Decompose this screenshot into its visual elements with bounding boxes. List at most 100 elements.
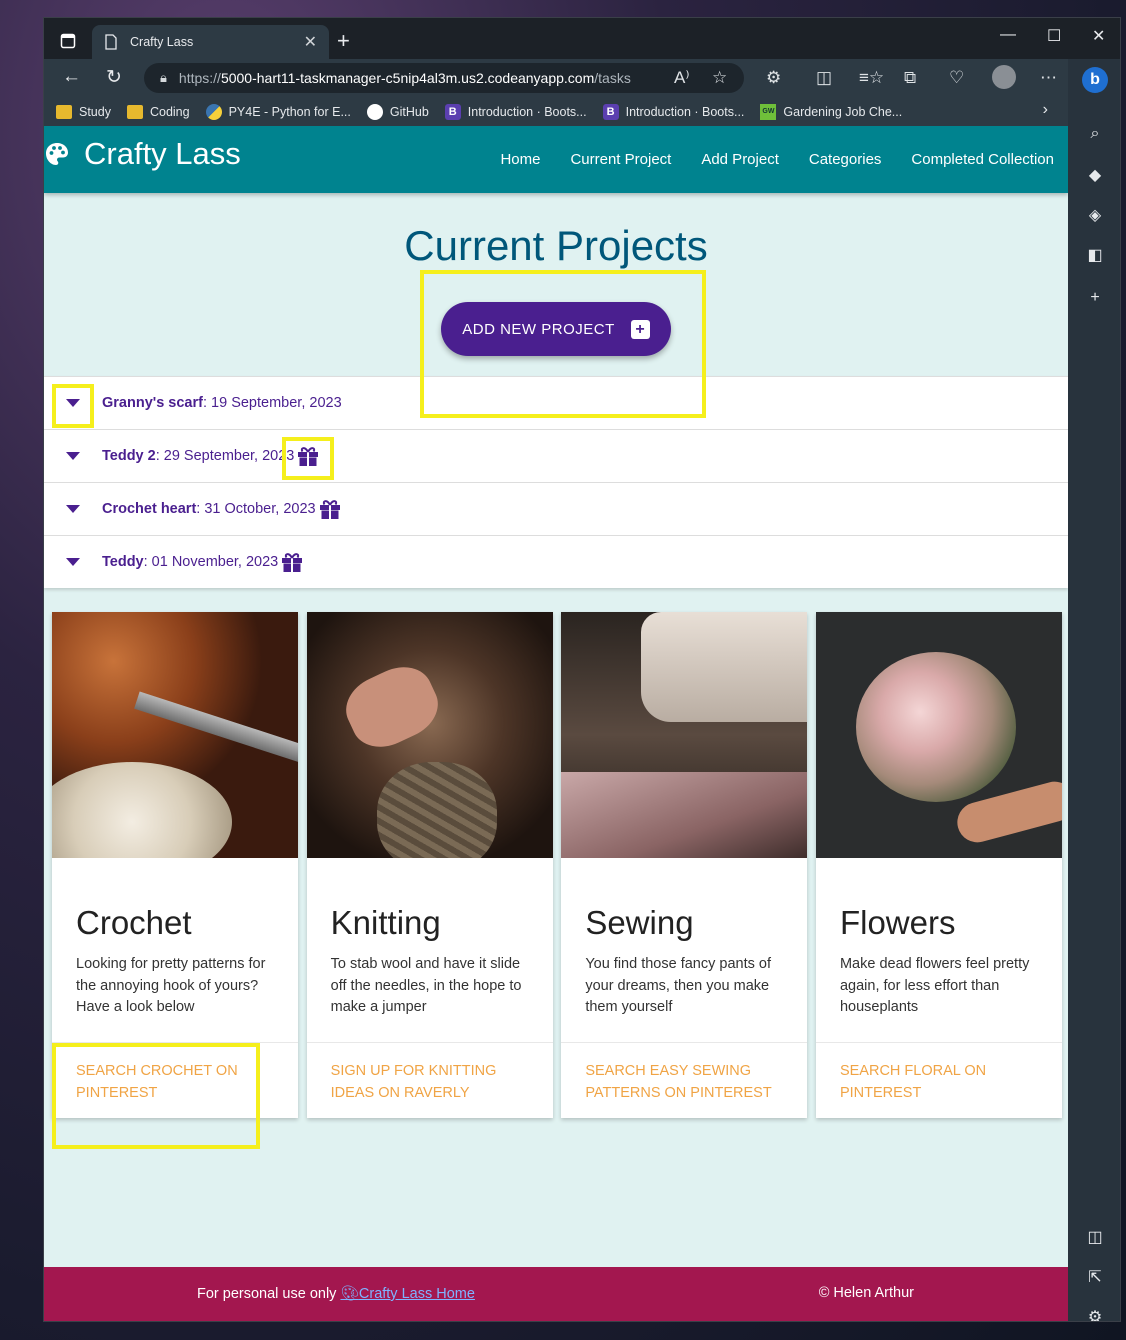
url-scheme: https:// bbox=[178, 70, 221, 86]
add-icon[interactable]: + bbox=[1085, 289, 1105, 309]
card-knitting: Knitting To stab wool and have it slide … bbox=[306, 612, 553, 1118]
url-host: 5000-hart11-taskmanager-c5nip4al3m.us2.c… bbox=[220, 70, 595, 86]
nav-current-project[interactable]: Current Project bbox=[570, 151, 671, 168]
card-text: Make dead flowers feel pretty again, for… bbox=[839, 956, 1030, 1015]
edge-sidebar: b ⌕ ◆ ◈ ◧ + ◫ ⇱ ⚙ bbox=[1068, 59, 1120, 1321]
bookmark-gardening[interactable]: GW Gardening Job Che... bbox=[760, 103, 902, 120]
project-name: Crochet heart bbox=[102, 501, 197, 517]
site-navbar: Crafty Lass Home Current Project Add Pro… bbox=[44, 126, 1068, 193]
lock-icon: 🔒︎ bbox=[160, 70, 167, 85]
footer-left: For personal use only 🎨︎Crafty Lass Home bbox=[197, 1286, 475, 1302]
more-menu-icon[interactable]: ⋯ bbox=[1040, 68, 1057, 88]
caret-down-icon[interactable] bbox=[66, 505, 80, 513]
url-path: /tasks bbox=[594, 70, 631, 86]
bookmark-coding[interactable]: Coding bbox=[126, 104, 190, 119]
nav-home[interactable]: Home bbox=[500, 151, 540, 168]
project-date: : 29 September, 2023 bbox=[155, 448, 295, 464]
favorites-icon[interactable]: ≡☆ bbox=[859, 68, 884, 88]
bookmark-github[interactable]: GitHub bbox=[366, 103, 429, 120]
python-icon bbox=[205, 103, 222, 120]
nav-add-project[interactable]: Add Project bbox=[701, 151, 779, 168]
extensions-icon[interactable]: ⚙ bbox=[766, 68, 781, 88]
card-title: Sewing bbox=[585, 904, 694, 941]
read-aloud-icon[interactable]: A⁾ bbox=[674, 68, 690, 88]
project-date: : 19 September, 2023 bbox=[202, 395, 342, 411]
card-sewing: Sewing You find those fancy pants of you… bbox=[561, 612, 808, 1118]
sewing-patterns-link[interactable]: SEARCH EASY SEWING PATTERNS ON PINTEREST bbox=[561, 1042, 808, 1118]
crafty-lass-home-link[interactable]: 🎨︎Crafty Lass Home bbox=[340, 1286, 474, 1302]
browser-essentials-icon[interactable]: ♡ bbox=[949, 68, 964, 88]
project-name: Granny's scarf bbox=[102, 395, 203, 411]
project-name: Teddy bbox=[102, 554, 144, 570]
highlight-box bbox=[52, 384, 94, 428]
palette-icon bbox=[46, 143, 68, 165]
favorite-star-icon[interactable]: ☆ bbox=[712, 68, 727, 88]
card-title: Flowers bbox=[839, 904, 956, 941]
bootstrap-icon: B bbox=[444, 103, 461, 120]
address-bar: ← ↻ 🔒︎ https://5000-hart11-taskmanager-c… bbox=[44, 59, 1068, 97]
brand-name: Crafty Lass bbox=[84, 136, 241, 171]
crochet-image bbox=[52, 612, 298, 858]
nav-categories[interactable]: Categories bbox=[809, 151, 882, 168]
tab-strip: Crafty Lass ✕ + — ☐ ✕ bbox=[44, 18, 1120, 59]
browser-tab[interactable]: Crafty Lass ✕ bbox=[92, 25, 329, 59]
nav-completed-collection[interactable]: Completed Collection bbox=[911, 151, 1054, 168]
back-icon[interactable]: ← bbox=[62, 66, 81, 88]
project-item[interactable]: Teddy 2: 29 September, 2023 bbox=[44, 429, 1068, 482]
bookmarks-bar: Study Coding PY4E - Python for E... GitH… bbox=[44, 97, 1068, 126]
project-item[interactable]: Teddy: 01 November, 2023 bbox=[44, 535, 1068, 588]
gw-icon: GW bbox=[760, 103, 777, 120]
tab-actions-icon[interactable] bbox=[52, 26, 84, 56]
url-field[interactable]: 🔒︎ https://5000-hart11-taskmanager-c5nip… bbox=[144, 63, 744, 93]
project-name: Teddy 2 bbox=[102, 448, 156, 464]
chevron-right-icon[interactable]: › bbox=[1043, 101, 1048, 119]
card-title: Knitting bbox=[330, 904, 441, 941]
settings-gear-icon[interactable]: ⚙ bbox=[1085, 1307, 1105, 1321]
bookmark-study[interactable]: Study bbox=[56, 104, 111, 119]
gift-icon bbox=[282, 553, 303, 572]
gift-icon bbox=[319, 500, 340, 519]
new-tab-icon[interactable]: + bbox=[337, 28, 350, 54]
bookmark-bootstrap-1[interactable]: B Introduction · Boots... bbox=[444, 103, 587, 120]
search-icon[interactable]: ⌕ bbox=[1085, 125, 1105, 145]
project-item[interactable]: Crochet heart: 31 October, 2023 bbox=[44, 482, 1068, 535]
caret-down-icon[interactable] bbox=[66, 452, 80, 460]
document-icon bbox=[105, 34, 117, 50]
project-date: : 31 October, 2023 bbox=[196, 501, 316, 517]
close-window-icon[interactable]: ✕ bbox=[1092, 26, 1105, 46]
caret-down-icon[interactable] bbox=[66, 558, 80, 566]
collections-icon[interactable]: ⧉ bbox=[904, 68, 916, 88]
sidebar-toggle-icon[interactable]: ◫ bbox=[1085, 1227, 1105, 1247]
site-footer: For personal use only 🎨︎Crafty Lass Home… bbox=[44, 1267, 1068, 1321]
folder-icon bbox=[56, 104, 72, 119]
folder-icon bbox=[126, 104, 143, 119]
split-screen-icon[interactable]: ◫ bbox=[816, 68, 832, 88]
bootstrap-icon: B bbox=[602, 103, 619, 120]
minimize-icon[interactable]: — bbox=[1000, 26, 1016, 44]
knitting-ideas-link[interactable]: SIGN UP FOR KNITTING IDEAS ON RAVERLY bbox=[306, 1042, 553, 1118]
knitting-image bbox=[306, 612, 553, 858]
search-floral-link[interactable]: SEARCH FLORAL ON PINTEREST bbox=[815, 1042, 1062, 1118]
profile-avatar[interactable] bbox=[992, 65, 1016, 89]
card-text: To stab wool and have it slide off the n… bbox=[330, 956, 522, 1015]
outlook-icon[interactable]: ◧ bbox=[1085, 245, 1105, 265]
bing-chat-icon[interactable]: b bbox=[1082, 67, 1108, 93]
card-text: Looking for pretty patterns for the anno… bbox=[76, 956, 266, 1015]
bookmark-bootstrap-2[interactable]: B Introduction · Boots... bbox=[602, 103, 744, 120]
sewing-image bbox=[561, 612, 808, 858]
copilot-icon[interactable]: ◈ bbox=[1085, 205, 1105, 225]
tab-title: Crafty Lass bbox=[130, 35, 194, 49]
shopping-tag-icon[interactable]: ◆ bbox=[1085, 165, 1105, 185]
bookmark-py4e[interactable]: PY4E - Python for E... bbox=[205, 103, 351, 120]
external-link-icon[interactable]: ⇱ bbox=[1085, 1267, 1105, 1287]
brand-logo[interactable]: Crafty Lass bbox=[44, 136, 241, 172]
nav-links: Home Current Project Add Project Categor… bbox=[470, 126, 1054, 193]
close-tab-icon[interactable]: ✕ bbox=[304, 32, 317, 52]
palette-icon: 🎨︎ bbox=[340, 1286, 359, 1302]
maximize-icon[interactable]: ☐ bbox=[1047, 26, 1061, 46]
refresh-icon[interactable]: ↻ bbox=[106, 66, 122, 89]
project-date: : 01 November, 2023 bbox=[143, 554, 279, 570]
footer-copyright: © Helen Arthur bbox=[818, 1285, 914, 1301]
page-viewport: Crafty Lass Home Current Project Add Pro… bbox=[44, 126, 1068, 1321]
highlight-box bbox=[52, 1043, 260, 1149]
